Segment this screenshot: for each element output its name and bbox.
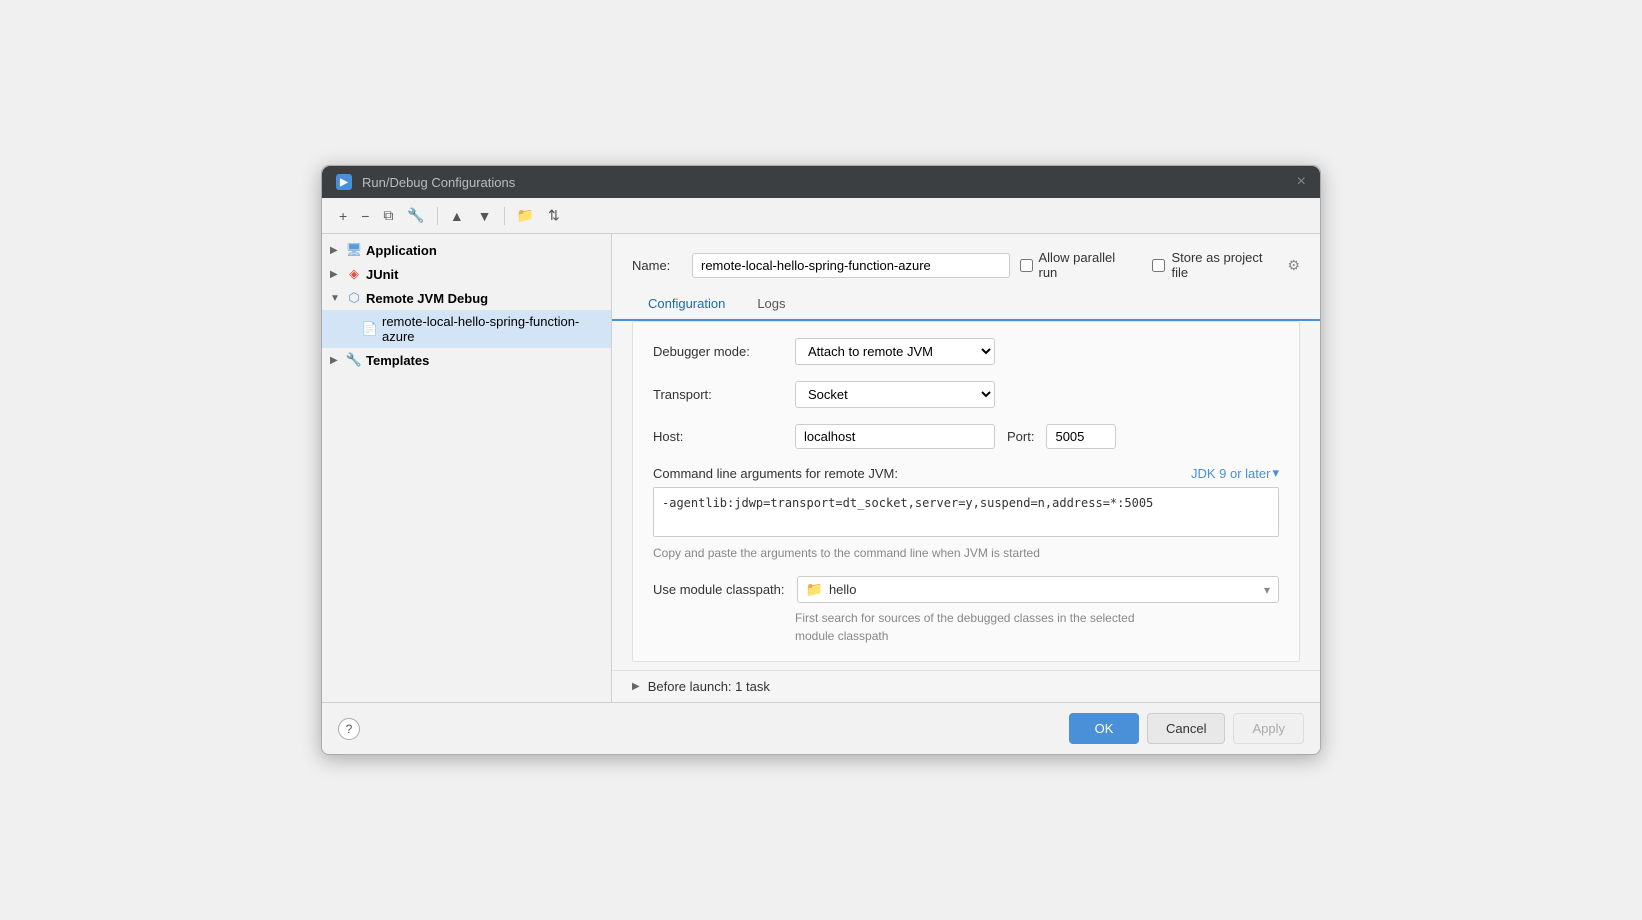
debugger-mode-row: Debugger mode: Attach to remote JVM List… <box>653 338 1279 365</box>
allow-parallel-checkbox[interactable] <box>1020 259 1033 272</box>
chevron-right-icon-templates: ▶ <box>330 355 342 366</box>
allow-parallel-label: Allow parallel run <box>1039 250 1137 280</box>
right-panel: Name: Allow parallel run Store as projec… <box>612 234 1320 702</box>
tree-item-remote-config-label: remote-local-hello-spring-function-azure <box>382 314 603 344</box>
templates-icon: 🔧 <box>346 352 362 368</box>
remove-button[interactable]: − <box>356 205 374 227</box>
move-up-button[interactable]: ▲ <box>445 205 469 227</box>
name-input[interactable] <box>692 253 1010 278</box>
host-input[interactable] <box>795 424 995 449</box>
store-project-gear-icon[interactable]: ⚙ <box>1287 257 1300 274</box>
module-classpath-row: Use module classpath: 📁 hello ▾ <box>653 576 1279 603</box>
app-icon: ▶ <box>336 174 352 190</box>
left-panel: ▶ 🖥 Application ▶ ◈ JUnit ▼ ⬡ Remote JVM… <box>322 234 612 702</box>
tab-logs[interactable]: Logs <box>741 288 801 321</box>
toolbar-separator-1 <box>437 207 438 225</box>
tree-item-application[interactable]: ▶ 🖥 Application <box>322 238 611 262</box>
before-launch-chevron-icon: ▶ <box>632 681 640 692</box>
module-chevron-icon: ▾ <box>1264 583 1270 597</box>
footer: ? OK Cancel Apply <box>322 702 1320 754</box>
footer-actions: OK Cancel Apply <box>1069 713 1304 744</box>
tabs-bar: Configuration Logs <box>612 288 1320 321</box>
before-launch-header[interactable]: ▶ Before launch: 1 task <box>632 679 1300 694</box>
junit-icon: ◈ <box>346 266 362 282</box>
name-options: Allow parallel run Store as project file… <box>1020 250 1301 280</box>
transport-row: Transport: Socket Shared memory <box>653 381 1279 408</box>
host-label: Host: <box>653 429 783 444</box>
toolbar-separator-2 <box>504 207 505 225</box>
port-label: Port: <box>1007 429 1034 444</box>
config-tree: ▶ 🖥 Application ▶ ◈ JUnit ▼ ⬡ Remote JVM… <box>322 234 611 702</box>
module-hint-line2: module classpath <box>795 629 888 643</box>
transport-select[interactable]: Socket Shared memory <box>795 381 995 408</box>
tree-item-templates[interactable]: ▶ 🔧 Templates <box>322 348 611 372</box>
transport-label: Transport: <box>653 387 783 402</box>
cmd-args-label: Command line arguments for remote JVM: <box>653 466 898 481</box>
add-button[interactable]: + <box>334 205 352 227</box>
remote-jvm-icon: ⬡ <box>346 290 362 306</box>
name-label: Name: <box>632 258 682 273</box>
jdk-link-chevron-icon: ▾ <box>1272 465 1279 481</box>
config-panel: Debugger mode: Attach to remote JVM List… <box>632 321 1300 662</box>
chevron-down-icon: ▼ <box>330 293 342 304</box>
module-name-text: hello <box>829 582 1258 597</box>
tree-item-application-label: Application <box>366 243 437 258</box>
module-select[interactable]: 📁 hello ▾ <box>797 576 1279 603</box>
store-project-label: Store as project file <box>1171 250 1281 280</box>
chevron-right-icon: ▶ <box>330 245 342 256</box>
help-button[interactable]: ? <box>338 718 360 740</box>
sort-button[interactable]: ⇅ <box>543 204 565 227</box>
jdk-link-text: JDK 9 or later <box>1191 466 1270 481</box>
store-project-checkbox[interactable] <box>1152 259 1165 272</box>
store-project-row: Store as project file ⚙ <box>1152 250 1300 280</box>
module-folder-icon: 📁 <box>806 581 823 598</box>
tree-item-junit[interactable]: ▶ ◈ JUnit <box>322 262 611 286</box>
application-icon: 🖥 <box>346 242 362 258</box>
name-row: Name: Allow parallel run Store as projec… <box>612 234 1320 288</box>
config-file-icon: 📄 <box>362 321 378 337</box>
title-bar: ▶ Run/Debug Configurations × <box>322 166 1320 198</box>
before-launch-section: ▶ Before launch: 1 task <box>612 670 1320 702</box>
tree-item-remote-jvm[interactable]: ▼ ⬡ Remote JVM Debug <box>322 286 611 310</box>
host-port-row: Host: Port: <box>653 424 1279 449</box>
ok-button[interactable]: OK <box>1069 713 1139 744</box>
copy-button[interactable]: ⧉ <box>378 204 398 227</box>
settings-button[interactable]: 🔧 <box>402 204 429 227</box>
module-hint-line1: First search for sources of the debugged… <box>795 611 1135 625</box>
move-down-button[interactable]: ▼ <box>473 205 497 227</box>
allow-parallel-row: Allow parallel run <box>1020 250 1137 280</box>
run-debug-dialog: ▶ Run/Debug Configurations × + − ⧉ 🔧 ▲ ▼… <box>321 165 1321 755</box>
folder-button[interactable]: 📁 <box>512 204 539 227</box>
toolbar: + − ⧉ 🔧 ▲ ▼ 📁 ⇅ <box>322 198 1320 234</box>
main-content: ▶ 🖥 Application ▶ ◈ JUnit ▼ ⬡ Remote JVM… <box>322 234 1320 702</box>
jdk-link[interactable]: JDK 9 or later ▾ <box>1191 465 1279 481</box>
port-input[interactable] <box>1046 424 1116 449</box>
tab-configuration[interactable]: Configuration <box>632 288 741 321</box>
before-launch-label: Before launch: 1 task <box>648 679 770 694</box>
cmd-args-hint: Copy and paste the arguments to the comm… <box>653 546 1279 560</box>
tree-item-remote-config[interactable]: 📄 remote-local-hello-spring-function-azu… <box>322 310 611 348</box>
debugger-mode-label: Debugger mode: <box>653 344 783 359</box>
debugger-mode-select[interactable]: Attach to remote JVM Listen to remote JV… <box>795 338 995 365</box>
dialog-title: Run/Debug Configurations <box>362 175 515 190</box>
apply-button[interactable]: Apply <box>1233 713 1304 744</box>
tree-item-junit-label: JUnit <box>366 267 399 282</box>
cmd-args-textarea[interactable] <box>653 487 1279 537</box>
module-hint: First search for sources of the debugged… <box>795 609 1279 645</box>
close-button[interactable]: × <box>1297 174 1306 190</box>
cancel-button[interactable]: Cancel <box>1147 713 1225 744</box>
chevron-right-icon-junit: ▶ <box>330 269 342 280</box>
cmd-args-header: Command line arguments for remote JVM: J… <box>653 465 1279 481</box>
module-classpath-label: Use module classpath: <box>653 582 785 597</box>
tree-item-remote-jvm-label: Remote JVM Debug <box>366 291 488 306</box>
tree-item-templates-label: Templates <box>366 353 429 368</box>
